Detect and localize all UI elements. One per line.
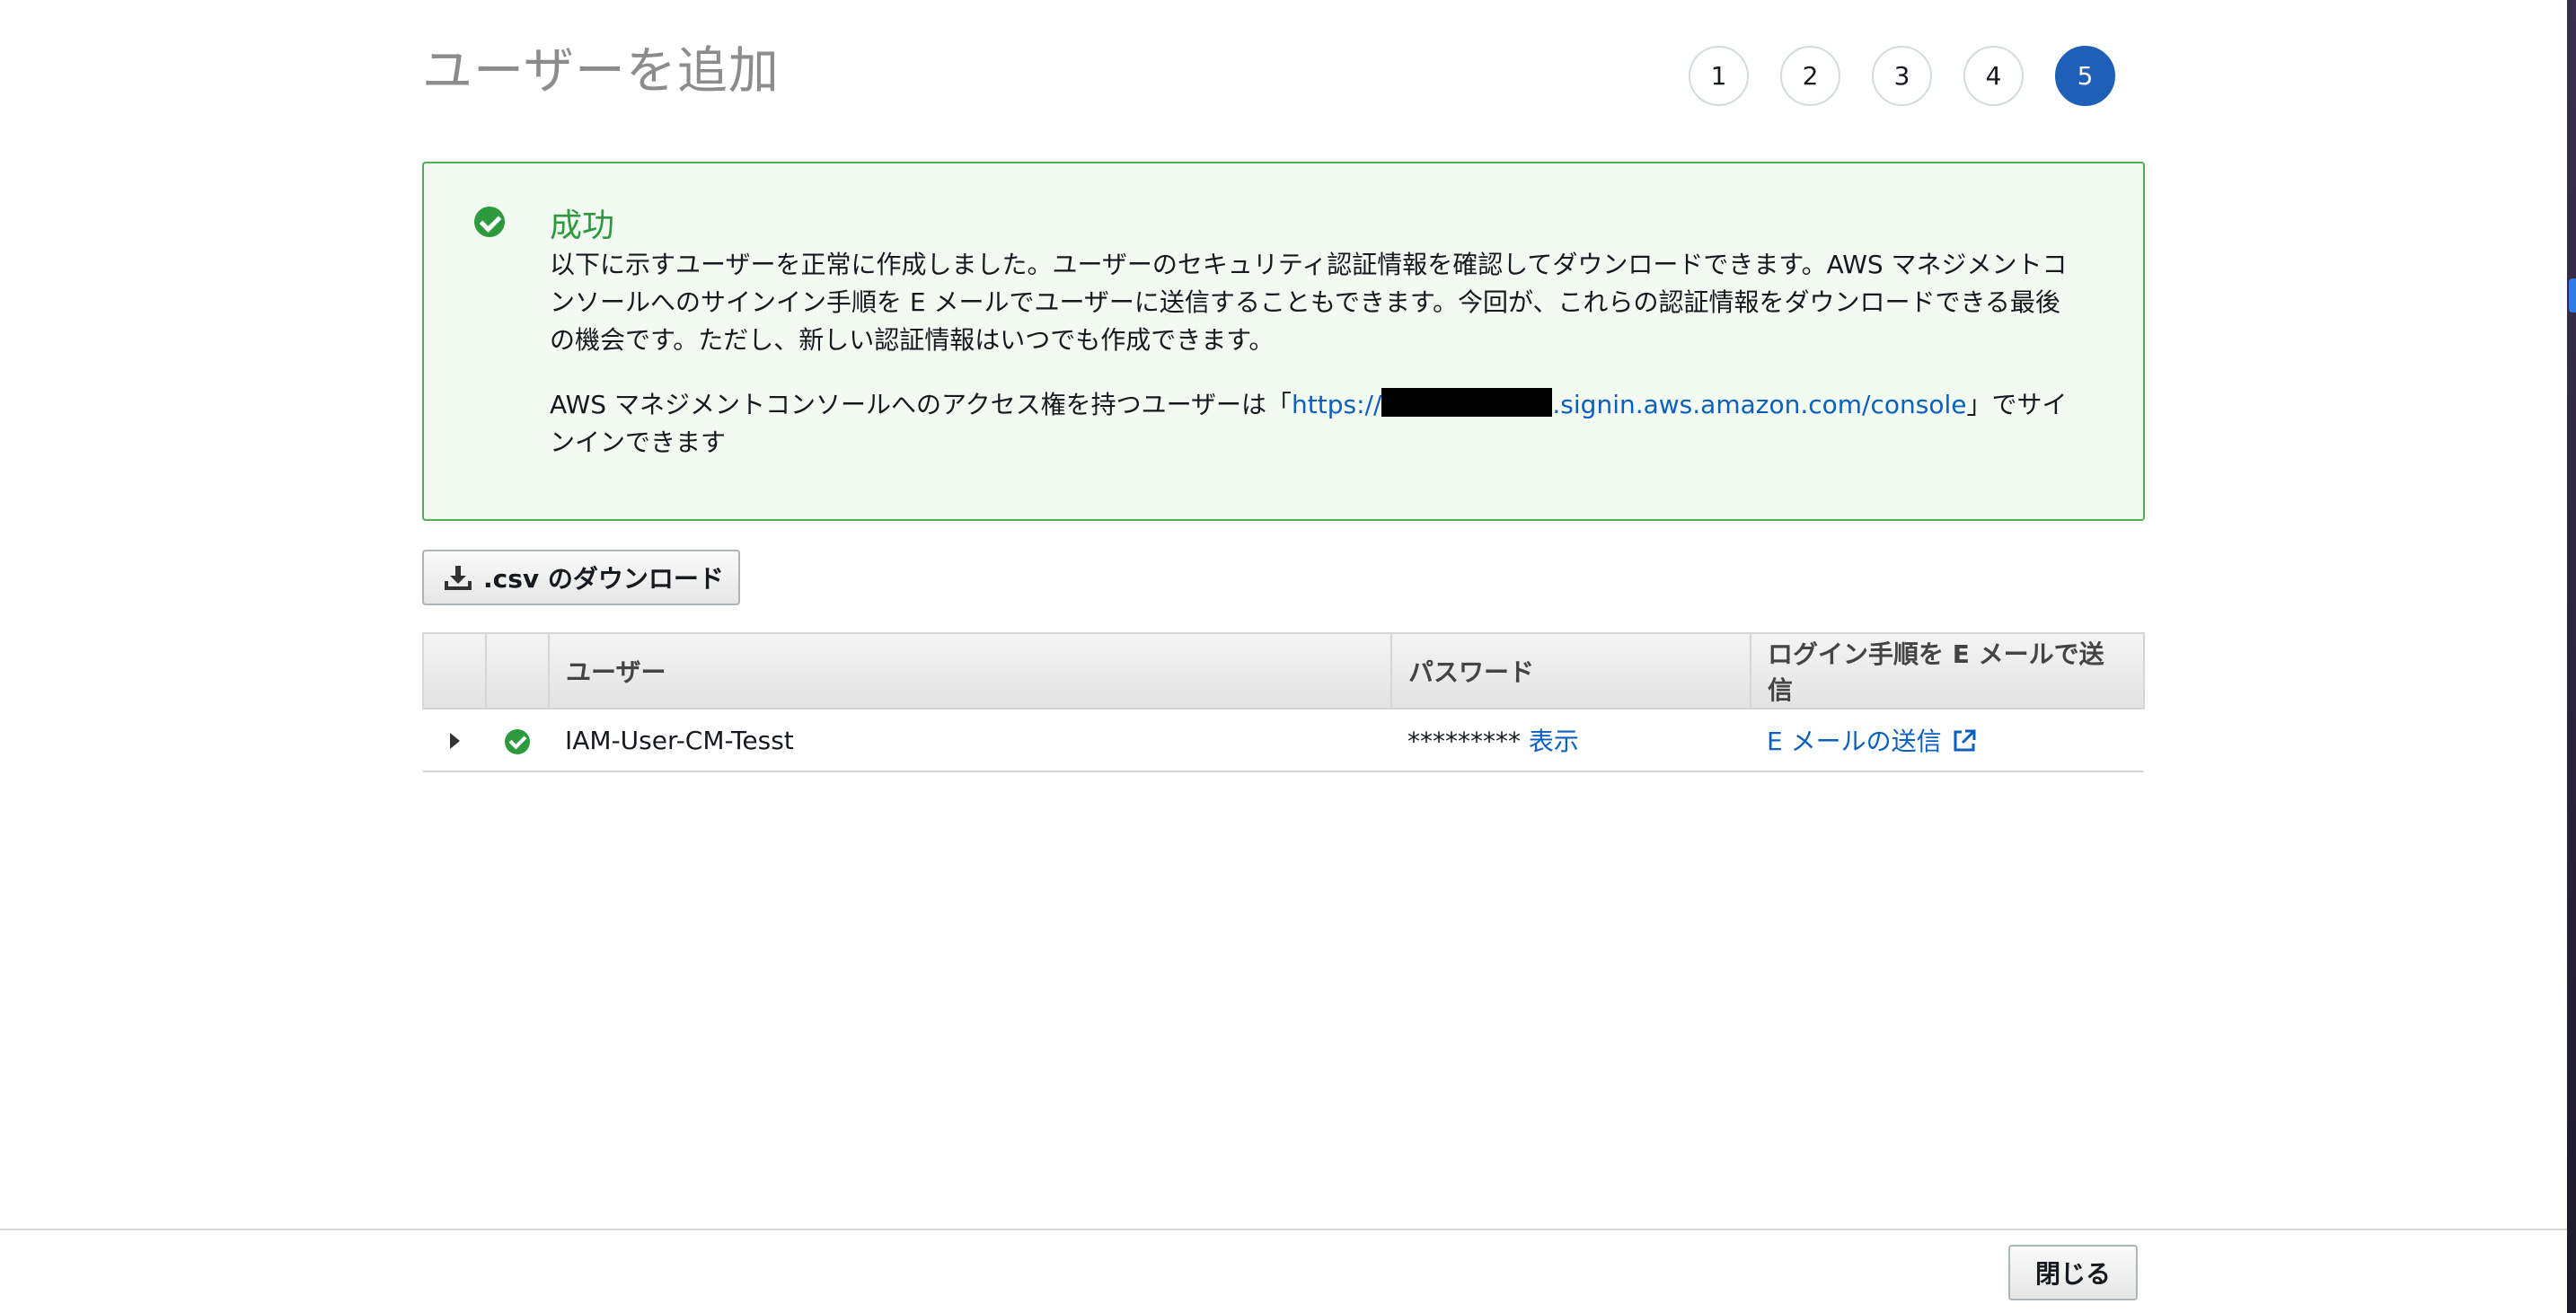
user-name: IAM-User-CM-Tesst bbox=[549, 709, 1391, 772]
success-message: 以下に示すユーザーを正常に作成しました。ユーザーのセキュリティ認証情報を確認して… bbox=[550, 250, 2068, 355]
step-5-current[interactable]: 5 bbox=[2055, 46, 2115, 106]
signin-prefix: AWS マネジメントコンソールへのアクセス権を持つユーザーは「 bbox=[550, 390, 1292, 419]
expand-cell bbox=[423, 709, 486, 772]
table-row: IAM-User-CM-Tesst ********* 表示 E メールの送信 bbox=[423, 709, 2144, 772]
created-users-table: ユーザー パスワード ログイン手順を E メールで送信 IAM-User-CM-… bbox=[422, 632, 2145, 772]
password-masked: ********* bbox=[1407, 727, 1521, 756]
download-csv-button[interactable]: .csv のダウンロード bbox=[422, 550, 740, 605]
step-3[interactable]: 3 bbox=[1872, 46, 1932, 106]
success-check-icon bbox=[505, 728, 530, 754]
edge-tab[interactable] bbox=[2569, 278, 2576, 313]
wizard-steps: 1 2 3 4 5 bbox=[1689, 46, 2115, 106]
success-alert: 成功 以下に示すユーザーを正常に作成しました。ユーザーのセキュリティ認証情報を確… bbox=[422, 162, 2145, 521]
step-2[interactable]: 2 bbox=[1780, 46, 1840, 106]
step-1[interactable]: 1 bbox=[1689, 46, 1749, 106]
success-check-icon bbox=[474, 207, 505, 237]
header-user[interactable]: ユーザー bbox=[548, 632, 1392, 709]
add-user-page: ユーザーを追加 1 2 3 4 5 成功 以下に示すユーザーを正常に作成しました… bbox=[0, 0, 2576, 1313]
header-send-email[interactable]: ログイン手順を E メールで送信 bbox=[1750, 632, 2145, 709]
header-password[interactable]: パスワード bbox=[1390, 632, 1751, 709]
show-password-link[interactable]: 表示 bbox=[1529, 727, 1579, 756]
page-title: ユーザーを追加 bbox=[422, 42, 780, 101]
window-edge bbox=[2567, 0, 2576, 1313]
signin-url-message: AWS マネジメントコンソールへのアクセス権を持つユーザーは「https://.… bbox=[550, 386, 2086, 462]
header-expand bbox=[422, 632, 487, 709]
footer-bar: 閉じる bbox=[0, 1229, 2567, 1313]
status-cell bbox=[486, 709, 549, 772]
signin-url-link[interactable]: https:// .signin.aws.amazon.com/console bbox=[1292, 388, 1967, 419]
download-icon bbox=[445, 566, 472, 590]
download-csv-label: .csv のダウンロード bbox=[483, 564, 724, 594]
send-email-label: E メールの送信 bbox=[1767, 727, 1942, 756]
success-title: 成功 bbox=[550, 207, 615, 244]
send-email-link[interactable]: E メールの送信 bbox=[1767, 727, 1978, 756]
external-link-icon bbox=[1954, 729, 1976, 752]
email-cell: E メールの送信 bbox=[1751, 709, 2144, 772]
step-4[interactable]: 4 bbox=[1963, 46, 2024, 106]
header-status bbox=[485, 632, 550, 709]
redacted-account-id bbox=[1381, 388, 1553, 417]
signin-link-end: .signin.aws.amazon.com/console bbox=[1552, 390, 1967, 419]
expand-caret-icon[interactable] bbox=[449, 732, 460, 749]
password-cell: ********* 表示 bbox=[1391, 709, 1751, 772]
signin-link-start: https:// bbox=[1292, 390, 1382, 419]
close-button[interactable]: 閉じる bbox=[2008, 1245, 2138, 1300]
table-header-row: ユーザー パスワード ログイン手順を E メールで送信 bbox=[422, 632, 2145, 709]
